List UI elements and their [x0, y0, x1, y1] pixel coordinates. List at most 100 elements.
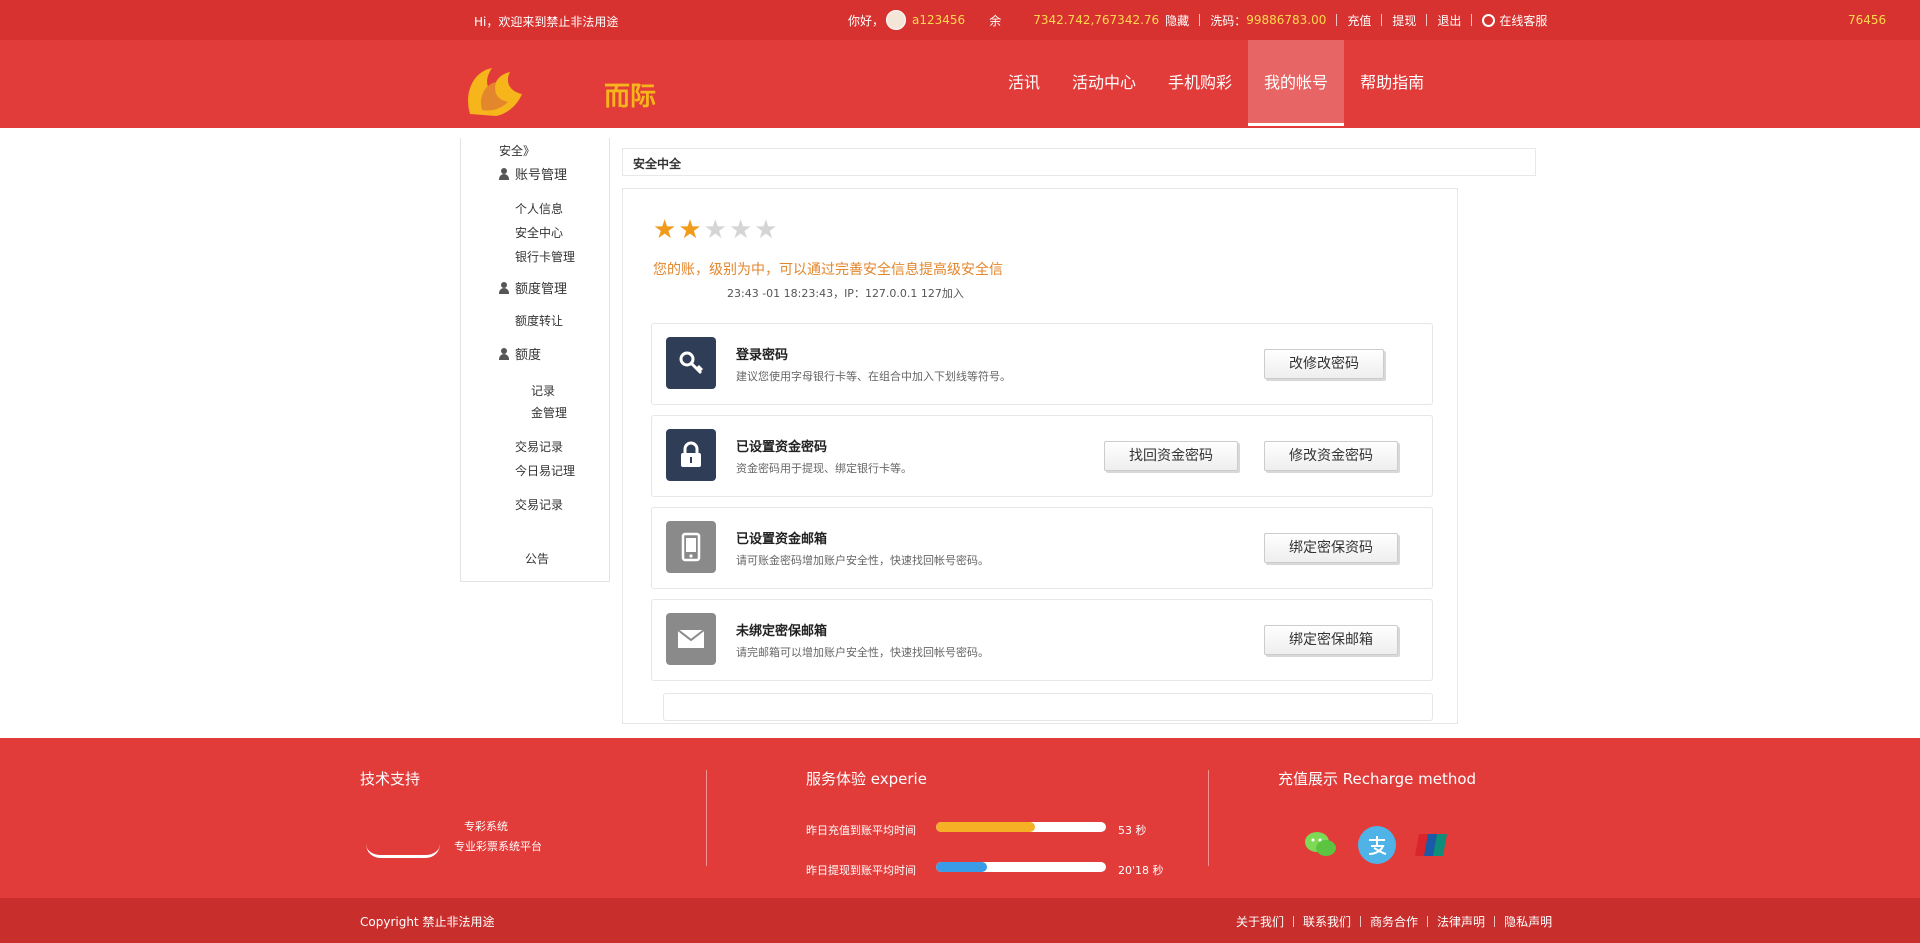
tech-line-2: 专业彩票系统平台	[454, 840, 542, 853]
sidebar-group-label: 额度	[515, 348, 542, 363]
nav-activity[interactable]: 活动中心	[1056, 40, 1152, 126]
withdraw-time-fill	[936, 862, 987, 872]
security-rating: ★ ★ ★ ★ ★	[653, 217, 780, 243]
bind-email-button[interactable]: 绑定密保邮箱	[1264, 625, 1398, 655]
tech-support-title: 技术支持	[360, 770, 421, 788]
divider	[1336, 14, 1338, 26]
footer-links: 关于我们 联系我们 商务合作 法律声明 隐私声明	[1236, 913, 1552, 930]
star-filled-icon: ★	[678, 215, 702, 245]
star-empty-icon: ★	[703, 215, 727, 245]
wechat-icon[interactable]	[1302, 826, 1340, 864]
sidebar-item-fund-manage[interactable]: 金管理	[531, 404, 567, 421]
sidebar-item-bank-card[interactable]: 银行卡管理	[515, 248, 575, 265]
phone-icon	[666, 521, 716, 573]
service-title: 服务体验 experie	[806, 770, 927, 788]
nav-news[interactable]: 活讯	[992, 40, 1056, 126]
recharge-time-label: 昨日充值到账平均时间	[806, 824, 916, 837]
change-fund-password-button[interactable]: 修改资金密码	[1264, 441, 1398, 471]
footer-link-privacy[interactable]: 隐私声明	[1504, 913, 1552, 930]
logo-icon[interactable]	[462, 64, 532, 120]
nav-mobile[interactable]: 手机购彩	[1152, 40, 1248, 126]
unionpay-icon[interactable]	[1414, 826, 1452, 864]
edge-value: 76456	[1848, 13, 1887, 27]
breadcrumb: 安全中全	[622, 148, 1536, 176]
alipay-icon[interactable]	[1358, 826, 1396, 864]
greeting-text: 你好，	[848, 13, 885, 28]
divider	[1494, 916, 1496, 927]
star-filled-icon: ★	[653, 215, 677, 245]
divider	[1293, 916, 1295, 927]
withdraw-time-value: 20'18 秒	[1118, 864, 1164, 877]
card-desc: 建议您使用字母银行卡等、在组合中加入下划线等符号。	[736, 370, 1011, 383]
sidebar-item-quota-transfer[interactable]: 额度转让	[515, 312, 563, 329]
divider	[1427, 916, 1429, 927]
nav-help[interactable]: 帮助指南	[1344, 40, 1440, 126]
card-title: 已设置资金密码	[736, 440, 828, 455]
top-bar: Hi，欢迎来到禁止非法用途 你好， a123456 余 7342.742,767…	[0, 0, 1920, 40]
username[interactable]: a123456	[912, 13, 965, 27]
footer-link-legal[interactable]: 法律声明	[1437, 913, 1485, 930]
panel-bottom-strip	[663, 693, 1433, 721]
sidebar-group-quota[interactable]: 额度管理	[499, 278, 567, 297]
footer-link-contact[interactable]: 联系我们	[1303, 913, 1351, 930]
card-desc: 请可账金密码增加账户安全性，快速找回帐号密码。	[736, 554, 989, 567]
sidebar-item-security[interactable]: 安全中心	[515, 224, 563, 241]
card-desc: 请完邮箱可以增加账户安全性，快速找回帐号密码。	[736, 646, 989, 659]
recharge-time-value: 53 秒	[1118, 824, 1147, 837]
last-login-info: 23:43 -01 18:23:43，IP：127.0.0.1 127加入	[727, 287, 964, 300]
logout-link[interactable]: 退出	[1437, 12, 1461, 29]
withdraw-time-bar	[936, 862, 1106, 872]
lock-icon	[666, 429, 716, 481]
withdraw-link[interactable]: 提现	[1392, 12, 1416, 29]
footer-divider	[706, 770, 707, 866]
footer-link-business[interactable]: 商务合作	[1370, 913, 1418, 930]
sidebar-group-records[interactable]: 额度	[499, 344, 541, 363]
divider	[1199, 14, 1201, 26]
divider	[1471, 14, 1473, 26]
sidebar-item-records[interactable]: 记录	[531, 382, 555, 399]
sidebar-item-today[interactable]: 今日易记理	[515, 462, 575, 479]
breadcrumb-text: 安全中全	[633, 157, 682, 171]
copyright-text: Copyright 禁止非法用途	[360, 915, 495, 929]
user-status: 你好， a123456 余 7342.742,767342.76 隐藏 洗码： …	[848, 9, 1547, 31]
card-title: 未绑定密保邮箱	[736, 624, 828, 639]
sidebar-item-notice[interactable]: 公告	[525, 550, 549, 567]
sidebar-group-account[interactable]: 账号管理	[499, 164, 567, 183]
avatar[interactable]	[886, 10, 907, 30]
footer-link-about[interactable]: 关于我们	[1236, 913, 1284, 930]
copyright-bar: Copyright 禁止非法用途 关于我们 联系我们 商务合作 法律声明 隐私声…	[0, 898, 1920, 943]
change-password-button[interactable]: 改修改密码	[1264, 349, 1384, 379]
wash-label: 洗码：	[1210, 13, 1247, 28]
recharge-link[interactable]: 充值	[1347, 12, 1371, 29]
hide-balance-link[interactable]: 隐藏	[1165, 12, 1189, 29]
nav-my-account[interactable]: 我的帐号	[1248, 40, 1345, 126]
card-fund-password: 已设置资金密码 资金密码用于提现、绑定银行卡等。 找回资金密码 修改资金密码	[651, 415, 1433, 497]
logo-text: 而际	[604, 82, 657, 112]
recharge-time-bar	[936, 822, 1106, 832]
sidebar-item-transactions[interactable]: 交易记录	[515, 438, 563, 455]
balance-value: 7342.742,767342.76	[1033, 13, 1160, 27]
headset-icon	[1482, 13, 1496, 27]
key-icon	[666, 337, 716, 389]
footer-divider	[1208, 770, 1209, 866]
footer-brand-mark	[366, 834, 440, 858]
star-empty-icon: ★	[728, 215, 753, 245]
main-header: 而际 活讯 活动中心 手机购彩 我的帐号 帮助指南	[0, 40, 1920, 128]
sidebar-item-transactions-2[interactable]: 交易记录	[515, 496, 563, 513]
wash-value: 99886783.00	[1246, 13, 1327, 27]
sidebar-item-profile[interactable]: 个人信息	[515, 200, 563, 217]
bind-security-button[interactable]: 绑定密保资码	[1264, 533, 1398, 563]
recharge-time-fill	[936, 822, 1035, 832]
welcome-text: Hi，欢迎来到禁止非法用途	[474, 15, 619, 29]
recover-fund-password-button[interactable]: 找回资金密码	[1104, 441, 1238, 471]
main-nav: 活讯 活动中心 手机购彩 我的帐号 帮助指南	[992, 40, 1440, 128]
card-login-password: 登录密码 建议您使用字母银行卡等、在组合中加入下划线等符号。 改修改密码	[651, 323, 1433, 405]
footer: 技术支持 专彩系统 专业彩票系统平台 服务体验 experie 昨日充值到账平均…	[0, 738, 1920, 898]
security-level-text: 您的账，级别为中，可以通过完善安全信息提高级安全信	[653, 262, 1003, 278]
sidebar-group-label: 额度管理	[515, 282, 568, 297]
star-empty-icon: ★	[754, 215, 778, 245]
user-icon	[499, 281, 509, 294]
online-service-link[interactable]: 在线客服	[1499, 12, 1547, 29]
user-icon	[499, 347, 509, 360]
sidebar: 安全》 账号管理 个人信息 安全中心 银行卡管理 额度管理 额度转让 额度 记录…	[460, 138, 610, 582]
